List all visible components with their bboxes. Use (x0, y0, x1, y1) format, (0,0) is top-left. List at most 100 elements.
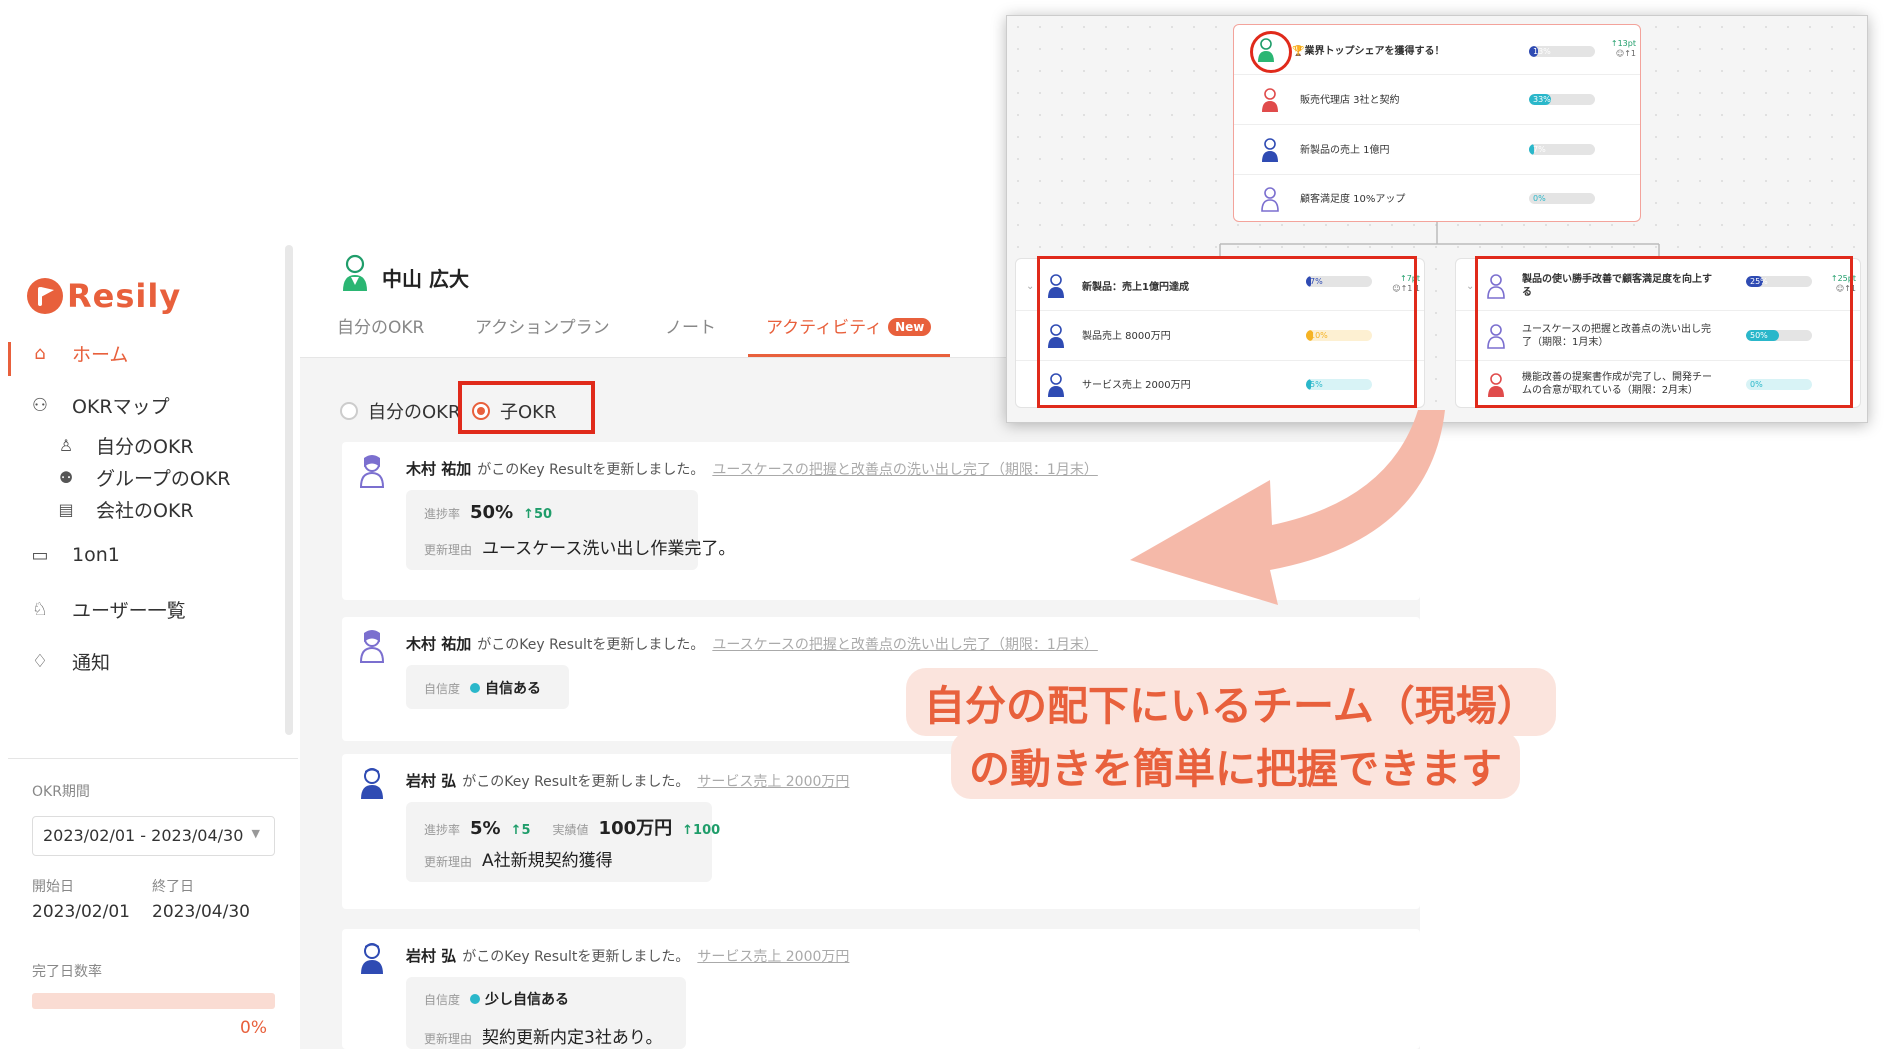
activity-header: 木村 祐加 がこのKey Resultを更新しました。 ユースケースの把握と改善点の… (406, 458, 1098, 479)
radio-my-okr[interactable] (340, 402, 358, 420)
confidence-label: 自信度 (424, 993, 461, 1007)
progress-field: 進捗率 50% ↑50 (424, 502, 552, 523)
home-icon: ⌂ (34, 343, 46, 364)
actual-label: 実績値 (552, 823, 589, 837)
tab-my-okr[interactable]: 自分のOKR (337, 313, 424, 338)
actual-delta: ↑100 (682, 823, 721, 838)
progress-value: 5% (470, 818, 501, 839)
confidence-text: 自信ある (485, 681, 542, 697)
confidence-field: 自信度 少し自信ある (424, 989, 569, 1009)
map-kr-text: 顧客満足度 10%アップ (1300, 194, 1406, 205)
map-progress-pct: 33% (1533, 95, 1551, 104)
user-name: 中山 広大 (382, 267, 469, 291)
male-avatar-icon (1262, 138, 1278, 162)
map-delta-conf: ☺↑1 (1615, 49, 1636, 58)
logo-text: Resily (67, 277, 182, 315)
annotation-line-1: 自分の配下にいるチーム（現場） (906, 668, 1556, 736)
activity-detail: 進捗率 5% ↑5 実績値 100万円 ↑100 更新理由 A社新規契約獲得 (406, 802, 720, 882)
confidence-value: 少し自信ある (470, 989, 569, 1009)
sidebar-scrollbar[interactable] (285, 245, 293, 735)
group-icon: ⚉ (58, 468, 74, 487)
okr-period-select[interactable]: 2023/02/01 - 2023/04/30 ▼ (32, 816, 275, 856)
male-avatar-icon (361, 943, 383, 974)
progress-field: 進捗率 5% ↑5 実績値 100万円 ↑100 (424, 814, 720, 840)
users-icon: ♘ (31, 599, 49, 620)
status-dot-icon (470, 994, 481, 1004)
reason-field: 更新理由 A社新規契約獲得 (424, 846, 613, 871)
map-progress-bar: 7% (1529, 144, 1595, 155)
start-date-label: 開始日 (32, 879, 74, 895)
male-avatar-icon (361, 768, 383, 799)
end-date-label: 終了日 (152, 879, 194, 895)
status-dot-icon (470, 683, 481, 693)
activity-target-link[interactable]: サービス売上 2000万円 (697, 774, 849, 790)
map-progress-fill: 7% (1529, 144, 1546, 155)
map-delta: ↑13pt ☺↑1 (1600, 39, 1636, 59)
nav-my-okr[interactable]: ♙ 自分のOKR (56, 432, 194, 459)
map-progress-bar: 13% (1529, 46, 1595, 57)
nav-group-okr[interactable]: ⚉ グループのOKR (56, 464, 231, 491)
tab-activity[interactable]: アクティビティ New (766, 313, 932, 338)
activity-detail: 自信度 少し自信ある 更新理由 契約更新内定3社あり。 (406, 977, 686, 1049)
activity-user: 木村 祐加 (406, 460, 472, 478)
activity-user: 岩村 弘 (406, 772, 457, 790)
confidence-value: 自信ある (470, 678, 541, 698)
map-progress-fill: 13% (1529, 46, 1551, 57)
map-kr-row[interactable]: 販売代理店 3社と契約 33% (1234, 75, 1640, 125)
map-kr-row[interactable]: 新製品の売上 1億円 7% (1234, 125, 1640, 175)
activity-detail: 進捗率 50% ↑50 更新理由 ユースケース洗い出し作業完了。 (406, 490, 735, 570)
reason-field: 更新理由 契約更新内定3社あり。 (424, 1023, 663, 1048)
female-avatar-icon (1262, 88, 1278, 112)
active-tab-underline (748, 354, 950, 357)
tab-action-plan[interactable]: アクションプラン (475, 313, 610, 338)
activity-action: がこのKey Resultを更新しました。 (462, 774, 690, 790)
nav-company-okr[interactable]: ▤ 会社のOKR (56, 496, 193, 523)
filter-my-okr[interactable]: 自分のOKR (340, 398, 460, 424)
user-avatar-icon (343, 254, 367, 291)
map-kr-text: 販売代理店 3社と契約 (1300, 95, 1400, 106)
nav-1on1[interactable]: ▭ 1on1 (30, 544, 119, 566)
reason-value: A社新規契約獲得 (482, 851, 613, 871)
map-progress-bar: 33% (1529, 94, 1595, 105)
reason-field: 更新理由 ユースケース洗い出し作業完了。 (424, 534, 735, 559)
nav-users-label: ユーザー一覧 (72, 600, 186, 622)
active-indicator (8, 342, 11, 376)
activity-action: がこのKey Resultを更新しました。 (477, 637, 705, 653)
nav-my-okr-label: 自分のOKR (96, 436, 194, 458)
reason-label: 更新理由 (424, 855, 473, 869)
activity-target-link[interactable]: ユースケースの把握と改善点の洗い出し完了（期限：1月末） (712, 462, 1098, 478)
nav-notifications[interactable]: ♢ 通知 (30, 648, 110, 675)
resily-logo[interactable]: Resily (27, 277, 181, 315)
map-kr-row[interactable]: 顧客満足度 10%アップ 0% (1234, 175, 1640, 223)
filter-my-okr-label: 自分のOKR (368, 402, 461, 423)
done-rate-bar (32, 993, 275, 1009)
activity-user: 岩村 弘 (406, 947, 457, 965)
okr-period-value: 2023/02/01 - 2023/04/30 (43, 826, 244, 845)
activity-card: 岩村 弘がこのKey Resultを更新しました。 サービス売上 2000万円 自… (342, 929, 1420, 1049)
female-avatar-icon (1261, 187, 1279, 212)
sidebar: Resily ⌂ ホーム ⚇ OKRマップ ♙ 自分のOKR ⚉ グループのOK… (0, 245, 300, 1049)
progress-label: 進捗率 (424, 507, 461, 521)
activity-target-link[interactable]: ユースケースの把握と改善点の洗い出し完了（期限：1月末） (712, 637, 1098, 653)
map-kr-text: 新製品の売上 1億円 (1300, 145, 1390, 156)
person-icon: ♙ (58, 436, 74, 455)
nav-notifications-label: 通知 (72, 652, 111, 674)
highlight-box-right-team (1475, 256, 1853, 408)
tab-notes[interactable]: ノート (665, 313, 716, 338)
activity-detail: 自信度 自信ある (406, 665, 569, 709)
nav-home[interactable]: ⌂ ホーム (30, 340, 128, 367)
confidence-field: 自信度 自信ある (424, 678, 541, 698)
bell-icon: ♢ (31, 651, 49, 672)
nav-okr-map[interactable]: ⚇ OKRマップ (30, 392, 170, 419)
highlight-box-left-team (1037, 256, 1417, 408)
map-objective-row[interactable]: 🏆業界トップシェアを獲得する！ 13% ↑13pt ☺↑1 (1234, 25, 1640, 75)
end-date-value: 2023/04/30 (152, 902, 250, 922)
map-card-company[interactable]: 🏆業界トップシェアを獲得する！ 13% ↑13pt ☺↑1 販売代理店 3社と契約… (1233, 24, 1641, 222)
map-progress-pct: 0% (1533, 194, 1546, 203)
map-progress-fill: 33% (1529, 94, 1551, 105)
nav-users[interactable]: ♘ ユーザー一覧 (30, 596, 186, 623)
map-icon: ⚇ (31, 395, 49, 416)
activity-target-link[interactable]: サービス売上 2000万円 (697, 949, 849, 965)
confidence-label: 自信度 (424, 682, 461, 696)
nav-okr-map-label: OKRマップ (72, 396, 170, 418)
